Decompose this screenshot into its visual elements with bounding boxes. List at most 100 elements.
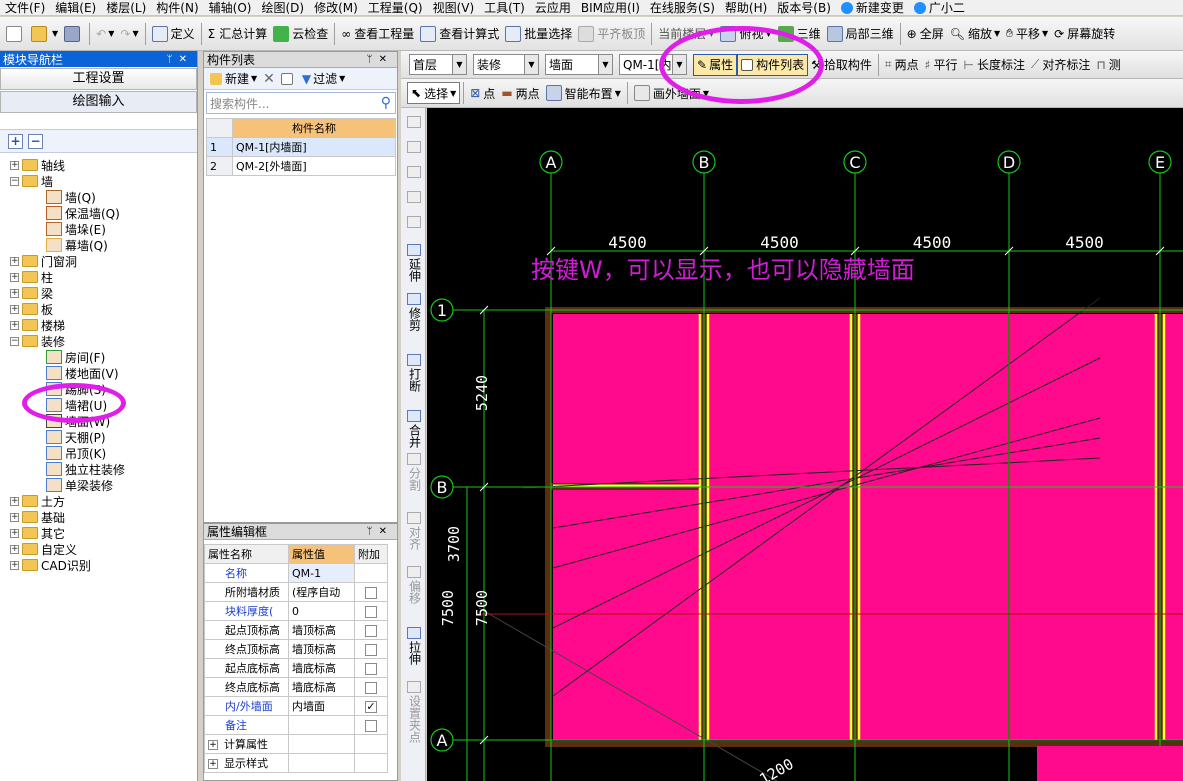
tree-folder[interactable]: + 梁 bbox=[10, 285, 53, 301]
menu-item[interactable]: 楼层(L) bbox=[101, 0, 151, 15]
menu-item[interactable]: 版本号(B) bbox=[772, 0, 836, 15]
expand-icon[interactable]: + bbox=[10, 272, 19, 282]
expand-icon[interactable]: + bbox=[10, 288, 19, 298]
search-icon[interactable]: ⚲ bbox=[381, 95, 395, 111]
aligned-dim-button[interactable]: ⟋ 对齐标注 bbox=[1028, 54, 1093, 76]
smart-layout-button[interactable]: 智能布置 ▼ bbox=[543, 82, 624, 104]
property-value[interactable]: (程序自动 bbox=[288, 582, 355, 602]
menu-item-with-icon[interactable]: 广小二 bbox=[909, 0, 970, 15]
checkbox[interactable] bbox=[365, 586, 377, 599]
expand-icon[interactable]: + bbox=[10, 320, 19, 330]
tree-folder[interactable]: + 土方 bbox=[10, 493, 65, 509]
side-tool-button[interactable]: 修剪 bbox=[403, 293, 425, 331]
tree-item[interactable]: 吊顶(K) bbox=[46, 445, 106, 461]
property-value[interactable]: 墙底标高 bbox=[288, 658, 355, 678]
drawing-svg[interactable]: A B C D E 1 B A 4500 4500 4500 4500 5240 3700 7500 7500… bbox=[427, 108, 1183, 781]
chain-icon[interactable] bbox=[403, 141, 425, 155]
menu-item[interactable]: 帮助(H) bbox=[720, 0, 772, 15]
category-select[interactable]: 装修 ▼ bbox=[473, 54, 539, 75]
checkbox[interactable] bbox=[365, 719, 377, 732]
property-value[interactable]: 内墙面 bbox=[288, 696, 355, 716]
property-row[interactable]: 所附墙材质 (程序自动 bbox=[204, 582, 388, 602]
pin-close-icons[interactable]: ᛘ✕ bbox=[167, 54, 197, 65]
parallel-button[interactable]: ♯ 平行 bbox=[922, 54, 961, 76]
menu-item[interactable]: 文件(F) bbox=[0, 0, 50, 15]
undo-button[interactable]: ↶ ▼ bbox=[93, 23, 117, 45]
side-tool-button[interactable]: 设置夹点 bbox=[403, 681, 425, 743]
expand-all-icon[interactable]: + bbox=[8, 133, 23, 149]
menu-item[interactable]: 云应用 bbox=[530, 0, 576, 15]
side-tool-button[interactable]: 打断 bbox=[403, 354, 425, 392]
side-tool-button[interactable]: 合并 bbox=[403, 410, 425, 448]
pan-button[interactable]: ✋︎ 平移 ▼ bbox=[1003, 23, 1051, 45]
menu-item-with-icon[interactable]: 新建变更 bbox=[836, 0, 909, 15]
save-button[interactable] bbox=[61, 23, 86, 45]
property-row[interactable]: 起点顶标高 墙顶标高 bbox=[204, 620, 388, 640]
expand-icon[interactable]: + bbox=[10, 544, 19, 554]
tree-folder[interactable]: − 墙 bbox=[10, 173, 53, 189]
mirror-icon[interactable] bbox=[403, 166, 425, 180]
align-slab-button[interactable]: 平齐板顶 bbox=[575, 23, 648, 45]
checkbox[interactable] bbox=[365, 681, 377, 694]
property-value[interactable] bbox=[288, 715, 355, 735]
expand-icon[interactable]: + bbox=[10, 496, 19, 506]
delete-component-button[interactable]: ✕ bbox=[260, 68, 278, 90]
collapse-icon[interactable]: − bbox=[10, 336, 19, 346]
drawing-canvas[interactable]: A B C D E 1 B A 4500 4500 4500 4500 5240 3700 7500 7500… bbox=[427, 108, 1183, 781]
expand-icon[interactable]: + bbox=[10, 512, 19, 522]
new-file-button[interactable] bbox=[3, 23, 28, 45]
full-screen-button[interactable]: ⊕ 全屏 bbox=[904, 23, 947, 45]
filter-button[interactable]: ▼ 过滤 ▼ bbox=[299, 68, 348, 90]
point-button[interactable]: ⊠ 点 bbox=[467, 82, 498, 104]
expand-icon[interactable]: + bbox=[10, 304, 19, 314]
component-row[interactable]: 1 QM-1[内墙面] bbox=[206, 137, 396, 157]
property-row[interactable]: 块料厚度(0 bbox=[204, 601, 388, 621]
menu-item[interactable]: 工程量(Q) bbox=[363, 0, 428, 15]
floor-select[interactable]: 首层 ▼ bbox=[409, 54, 467, 75]
component-row[interactable]: 2 QM-2[外墙面] bbox=[206, 156, 396, 176]
tree-folder[interactable]: + 轴线 bbox=[10, 157, 65, 173]
checkbox-checked[interactable]: ✓ bbox=[365, 700, 377, 713]
two-points-axis-button[interactable]: ⌗ 两点 bbox=[882, 54, 922, 76]
tree-item[interactable]: 墙裙(U) bbox=[46, 397, 107, 413]
tree-folder[interactable]: + 其它 bbox=[10, 525, 65, 541]
cloud-check-button[interactable]: 云检查 bbox=[270, 23, 331, 45]
expand-icon[interactable]: + bbox=[10, 560, 19, 570]
menu-item[interactable]: 工具(T) bbox=[479, 0, 530, 15]
collapse-all-icon[interactable]: − bbox=[28, 133, 43, 149]
side-tool-button[interactable]: 延伸 bbox=[403, 244, 425, 282]
partial-3d-button[interactable]: 局部三维 bbox=[824, 23, 897, 45]
property-group[interactable]: + 显示样式 bbox=[204, 753, 289, 773]
property-value[interactable]: 墙底标高 bbox=[288, 677, 355, 697]
property-group[interactable]: + 计算属性 bbox=[204, 734, 289, 754]
property-row[interactable]: 起点底标高 墙底标高 bbox=[204, 658, 388, 678]
rotate-icon[interactable] bbox=[403, 216, 425, 230]
tree-folder[interactable]: + 柱 bbox=[10, 269, 53, 285]
property-row[interactable]: 终点底标高 墙底标高 bbox=[204, 677, 388, 697]
property-value[interactable]: 0 bbox=[288, 601, 355, 621]
checkbox[interactable] bbox=[365, 624, 377, 637]
tree-item[interactable]: 保温墙(Q) bbox=[46, 205, 120, 221]
define-button[interactable]: 定义 bbox=[149, 23, 198, 45]
batch-select-button[interactable]: 批量选择 bbox=[502, 23, 575, 45]
tree-item[interactable]: 房间(F) bbox=[46, 349, 105, 365]
current-layer-combo[interactable]: 当前楼层 ▼ bbox=[655, 23, 717, 45]
move-icon[interactable] bbox=[403, 191, 425, 205]
pin-close-icons[interactable]: ᛘ✕ bbox=[367, 526, 397, 537]
checkbox[interactable] bbox=[365, 662, 377, 675]
pick-component-button[interactable]: ⚒ 拾取构件 bbox=[808, 54, 875, 76]
open-file-button[interactable]: ▼ bbox=[28, 23, 61, 45]
tree-item[interactable]: 墙(Q) bbox=[46, 189, 96, 205]
tree-item[interactable]: 踢脚(S) bbox=[46, 381, 106, 397]
tree-item[interactable]: 墙垛(E) bbox=[46, 221, 106, 237]
tree-folder[interactable]: + 门窗洞 bbox=[10, 253, 77, 269]
side-tool-button[interactable]: 分割 bbox=[403, 453, 425, 491]
property-value[interactable]: QM-1 bbox=[288, 563, 355, 583]
expand-icon[interactable]: + bbox=[208, 740, 218, 750]
expand-icon[interactable]: + bbox=[208, 759, 218, 769]
side-tool-button[interactable]: 偏移 bbox=[403, 566, 425, 604]
tree-item[interactable]: 楼地面(V) bbox=[46, 365, 119, 381]
component-type-select[interactable]: 墙面 ▼ bbox=[545, 54, 613, 75]
property-group-row[interactable]: + 显示样式 bbox=[204, 753, 388, 773]
checkbox[interactable] bbox=[365, 605, 377, 618]
